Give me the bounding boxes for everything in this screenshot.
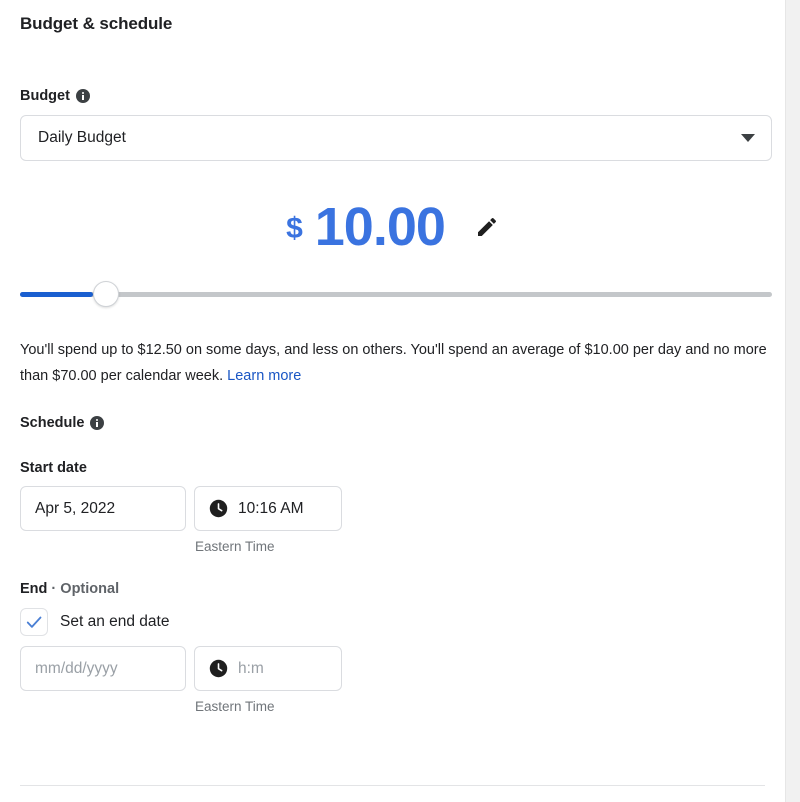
chevron-down-icon [741,134,755,142]
budget-amount-display: $ 10.00 [20,197,765,257]
end-optional-label: Optional [60,581,120,597]
budget-slider[interactable] [20,281,772,307]
start-time-input[interactable]: 10:16 AM [194,486,342,531]
slider-thumb[interactable] [93,281,119,307]
end-date-row: mm/dd/yyyy h:m [20,646,765,691]
check-icon [26,616,42,628]
start-date-label: Start date [20,460,87,476]
end-time-input[interactable]: h:m [194,646,342,691]
end-label-row: End · Optional [20,581,765,597]
end-label-separator: · [51,581,57,597]
start-time-value: 10:16 AM [238,499,304,517]
page-title: Budget & schedule [20,14,173,33]
start-date-row: Apr 5, 2022 10:16 AM [20,486,765,531]
slider-fill [20,292,93,297]
end-time-placeholder: h:m [238,659,264,677]
end-label: End [20,581,48,597]
end-date-input[interactable]: mm/dd/yyyy [20,646,186,691]
budget-type-select[interactable]: Daily Budget [20,115,772,161]
set-end-date-checkbox-row[interactable]: Set an end date [20,608,765,636]
end-timezone-note: Eastern Time [195,699,275,714]
schedule-label-row: Schedule [20,415,765,431]
budget-label-row: Budget [20,88,765,104]
budget-type-value: Daily Budget [38,129,126,146]
vertical-scrollbar[interactable] [785,0,800,802]
pencil-icon[interactable] [475,215,499,239]
clock-icon [209,499,228,518]
start-timezone-note: Eastern Time [195,539,275,554]
start-date-value: Apr 5, 2022 [35,499,116,517]
slider-track[interactable] [20,292,772,297]
info-icon[interactable] [90,416,105,430]
info-icon[interactable] [75,89,90,103]
currency-symbol: $ [286,212,303,245]
bottom-divider [20,785,765,786]
panel-content: Budget & schedule Budget Daily Budget $ … [0,0,785,802]
budget-schedule-panel: Budget & schedule Budget Daily Budget $ … [0,0,800,802]
clock-icon [209,659,228,678]
end-date-placeholder: mm/dd/yyyy [35,659,118,677]
schedule-label: Schedule [20,415,85,431]
learn-more-link[interactable]: Learn more [227,368,301,384]
budget-helper-text: You'll spend up to $12.50 on some days, … [20,337,772,389]
budget-helper-sentence: You'll spend up to $12.50 on some days, … [20,342,767,384]
start-date-input[interactable]: Apr 5, 2022 [20,486,186,531]
budget-amount-value: 10.00 [314,197,446,257]
budget-label: Budget [20,88,70,104]
set-end-date-checkbox[interactable] [20,608,48,636]
set-end-date-label: Set an end date [60,613,170,630]
